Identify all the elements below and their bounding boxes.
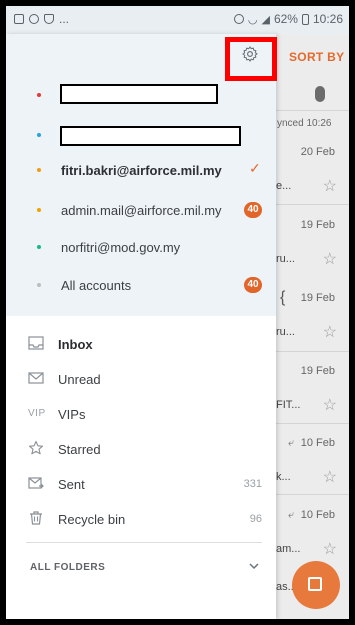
device-frame: ... ◡ ◢ 62% 10:26 SORT BY ynced 10:26 20… xyxy=(0,0,355,625)
folder-starred[interactable]: Starred xyxy=(6,434,276,464)
mail-date: 10 Feb xyxy=(300,509,335,521)
settings-highlight-box xyxy=(225,37,277,81)
all-folders-label[interactable]: ALL FOLDERS xyxy=(30,562,105,573)
account-email: norfitri@mod.gov.my xyxy=(61,240,181,255)
list-separator xyxy=(276,204,349,205)
star-icon[interactable]: ☆ xyxy=(323,176,337,196)
whatsapp-icon xyxy=(29,14,39,24)
account-color-dot xyxy=(37,168,41,172)
account-color-dot xyxy=(37,245,41,249)
mail-preview: am... xyxy=(276,543,301,555)
mail-list-item[interactable]: { 19 Feb ru... ☆ xyxy=(276,289,349,352)
account-item[interactable] xyxy=(6,81,276,111)
mail-list-item[interactable]: 20 Feb e... ☆ xyxy=(276,146,349,206)
trash-icon xyxy=(30,511,42,525)
selected-check-icon: ✓ xyxy=(249,160,261,176)
shield-icon xyxy=(44,14,54,24)
star-icon xyxy=(28,440,44,455)
folder-unread[interactable]: Unread xyxy=(6,364,276,394)
folder-label: Recycle bin xyxy=(58,512,126,527)
star-icon[interactable]: ☆ xyxy=(323,467,337,487)
star-icon[interactable]: ☆ xyxy=(323,395,337,415)
signal-icon: ◢ xyxy=(261,13,270,26)
folder-vips[interactable]: VIP VIPs xyxy=(6,399,276,429)
account-color-dot xyxy=(37,208,41,212)
sent-icon xyxy=(28,477,44,489)
account-color-dot xyxy=(37,93,41,97)
inbox-icon xyxy=(28,336,44,350)
status-left: ... xyxy=(14,12,69,26)
account-item[interactable] xyxy=(6,121,276,151)
battery-percent: 62% xyxy=(273,12,298,26)
list-separator xyxy=(276,110,349,111)
redacted-account-name xyxy=(60,84,218,104)
status-bar: ... ◡ ◢ 62% 10:26 xyxy=(6,6,349,34)
reply-icon: ⤶ xyxy=(288,509,295,521)
list-separator xyxy=(276,494,349,495)
mail-list-item[interactable]: ⤶ 10 Feb am... ☆ xyxy=(276,509,349,569)
account-item-norfitri[interactable]: norfitri@mod.gov.my xyxy=(6,233,276,263)
vip-icon: VIP xyxy=(28,408,46,419)
alarm-icon xyxy=(233,14,244,24)
folder-count: 331 xyxy=(243,478,262,490)
redacted-account-name xyxy=(60,126,241,146)
account-item-all-accounts[interactable]: All accounts 40 xyxy=(6,271,276,301)
account-color-dot xyxy=(37,283,41,287)
phone-screen: ... ◡ ◢ 62% 10:26 SORT BY ynced 10:26 20… xyxy=(6,6,349,619)
unread-count-badge: 40 xyxy=(244,277,262,293)
mail-date: 20 Feb xyxy=(300,146,335,158)
wifi-icon: ◡ xyxy=(247,13,258,26)
folder-inbox[interactable]: Inbox xyxy=(6,329,276,359)
sort-by-button[interactable]: SORT BY xyxy=(289,50,344,64)
status-time: 10:26 xyxy=(312,12,343,26)
mail-preview: e... xyxy=(276,180,292,192)
folder-label: Unread xyxy=(58,372,101,387)
synced-text: ynced 10:26 xyxy=(277,118,332,129)
battery-icon xyxy=(301,13,309,25)
compose-icon xyxy=(308,577,322,591)
mail-date: 19 Feb xyxy=(300,365,335,377)
list-separator xyxy=(276,351,349,352)
star-icon[interactable]: ☆ xyxy=(323,539,337,559)
mail-date: 19 Feb xyxy=(300,219,335,231)
account-item-fitri-bakri[interactable]: fitri.bakri@airforce.mil.my ✓ xyxy=(6,156,276,186)
reply-icon: ⤶ xyxy=(288,437,295,449)
mail-date: 19 Feb xyxy=(300,292,335,304)
folder-label: Starred xyxy=(58,442,101,457)
account-color-dot xyxy=(37,133,41,137)
mail-preview: k... xyxy=(276,471,291,483)
unread-count-badge: 40 xyxy=(244,202,262,218)
mail-date: 10 Feb xyxy=(300,437,335,449)
star-icon[interactable]: ☆ xyxy=(323,322,337,342)
mail-list-item[interactable]: ⤶ 10 Feb k... ☆ xyxy=(276,437,349,497)
drawer-divider xyxy=(26,542,262,543)
folder-count: 96 xyxy=(249,513,262,525)
mail-list-item[interactable]: 19 Feb FIT... ☆ xyxy=(276,365,349,425)
account-email: admin.mail@airforce.mil.my xyxy=(61,203,222,218)
mail-preview: FIT... xyxy=(276,399,301,411)
account-email: fitri.bakri@airforce.mil.my xyxy=(61,163,222,178)
star-icon[interactable]: ☆ xyxy=(323,249,337,269)
mail-preview: ru... xyxy=(276,253,295,265)
chevron-down-icon[interactable] xyxy=(248,560,260,572)
account-item-admin-mail[interactable]: admin.mail@airforce.mil.my 40 xyxy=(6,196,276,226)
thread-mark: { xyxy=(280,289,286,306)
status-more-text: ... xyxy=(59,12,70,26)
status-right: ◡ ◢ 62% 10:26 xyxy=(233,12,343,26)
navigation-drawer: fitri.bakri@airforce.mil.my ✓ admin.mail… xyxy=(6,34,277,619)
mail-list-item[interactable]: 19 Feb ru... ☆ xyxy=(276,219,349,279)
folder-label: Sent xyxy=(58,477,85,492)
folder-recycle-bin[interactable]: Recycle bin 96 xyxy=(6,504,276,534)
folder-sent[interactable]: Sent 331 xyxy=(6,469,276,499)
folder-label: VIPs xyxy=(58,407,86,422)
account-label: All accounts xyxy=(61,278,132,293)
envelope-icon xyxy=(28,372,44,384)
gallery-icon xyxy=(14,14,24,24)
folder-label: Inbox xyxy=(58,337,93,352)
list-separator xyxy=(276,423,349,424)
microphone-icon[interactable] xyxy=(315,86,325,102)
mail-preview: ru... xyxy=(276,326,295,338)
